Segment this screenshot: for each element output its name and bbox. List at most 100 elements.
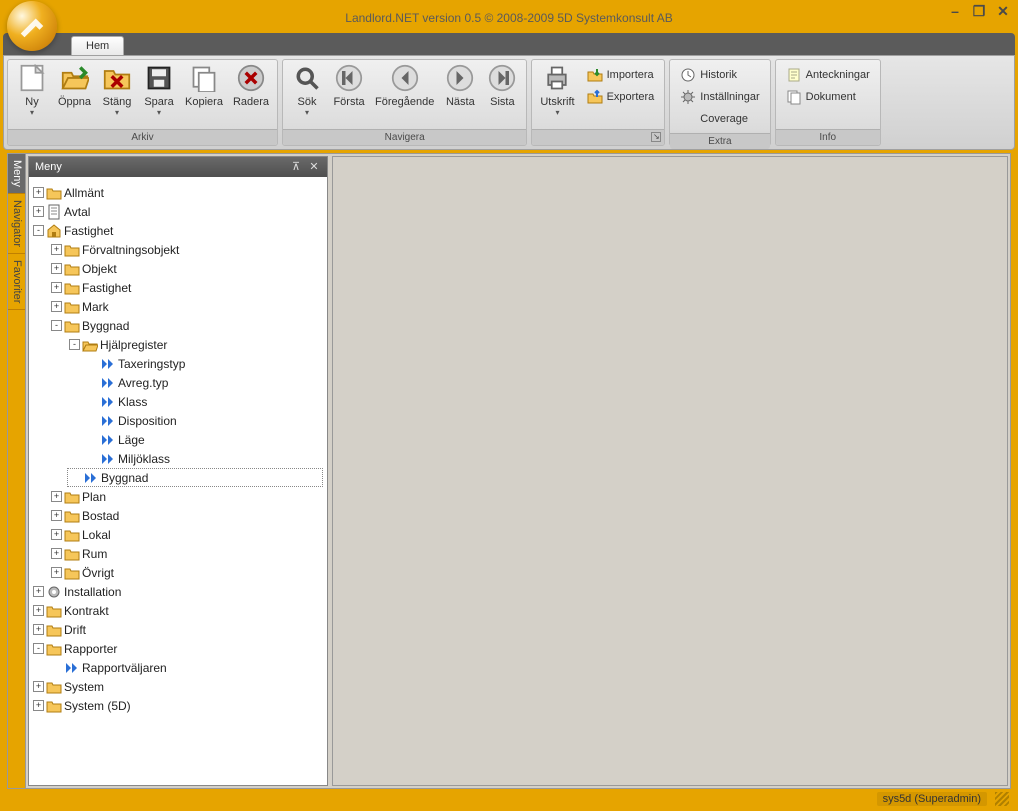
- sidebar-tabs: Meny Navigator Favoriter: [8, 154, 26, 788]
- tree-node[interactable]: - Hjälpregister: [67, 335, 323, 354]
- tree-spacer: [51, 662, 62, 673]
- tree-node[interactable]: +Objekt: [49, 259, 323, 278]
- tree-node[interactable]: +Bostad: [49, 506, 323, 525]
- dropdown-icon: ▾: [305, 108, 309, 117]
- expand-icon[interactable]: +: [51, 282, 62, 293]
- oppna-button[interactable]: Öppna: [54, 62, 95, 110]
- side-tab-navigator[interactable]: Navigator: [8, 194, 25, 254]
- radera-button[interactable]: Radera: [229, 62, 273, 110]
- expand-icon[interactable]: +: [33, 187, 44, 198]
- stang-button[interactable]: Stäng ▾: [97, 62, 137, 119]
- tree-node[interactable]: +Drift: [31, 620, 323, 639]
- tree-node[interactable]: +Allmänt: [31, 183, 323, 202]
- expand-icon[interactable]: +: [51, 301, 62, 312]
- titlebar: Landlord.NET version 0.5 © 2008-2009 5D …: [3, 3, 1015, 33]
- tree-node[interactable]: Klass: [85, 392, 323, 411]
- pin-button[interactable]: ⊼: [289, 160, 303, 174]
- side-tab-favoriter[interactable]: Favoriter: [8, 254, 25, 310]
- utskrift-button[interactable]: Utskrift ▾: [536, 62, 578, 119]
- tree-node[interactable]: Läge: [85, 430, 323, 449]
- expand-icon[interactable]: +: [33, 605, 44, 616]
- save-icon: [145, 64, 173, 92]
- tree-label: Hjälpregister: [100, 338, 167, 352]
- app-orb-button[interactable]: [7, 1, 57, 51]
- expand-icon[interactable]: +: [33, 681, 44, 692]
- panel-close-button[interactable]: ✕: [307, 160, 321, 174]
- close-button[interactable]: ✕: [995, 5, 1011, 19]
- sok-button[interactable]: Sök ▾: [287, 62, 327, 119]
- expand-icon[interactable]: +: [51, 567, 62, 578]
- coverage-button[interactable]: Coverage: [676, 108, 763, 129]
- tree-node[interactable]: +Installation: [31, 582, 323, 601]
- collapse-icon[interactable]: -: [69, 339, 80, 350]
- print-icon: [543, 64, 571, 92]
- dialog-launcher-icon[interactable]: ↘: [651, 132, 661, 142]
- tree-node[interactable]: +Övrigt: [49, 563, 323, 582]
- import-icon: [587, 67, 603, 83]
- collapse-icon[interactable]: -: [51, 320, 62, 331]
- tree-label: Miljöklass: [118, 452, 170, 466]
- resize-grip-icon[interactable]: [995, 792, 1009, 806]
- window-title: Landlord.NET version 0.5 © 2008-2009 5D …: [3, 11, 1015, 25]
- tree-node[interactable]: Disposition: [85, 411, 323, 430]
- tree-label: Fastighet: [64, 224, 113, 238]
- tree-node[interactable]: +System: [31, 677, 323, 696]
- sista-button[interactable]: Sista: [482, 62, 522, 110]
- nasta-button[interactable]: Nästa: [440, 62, 480, 110]
- dokument-button[interactable]: Dokument: [782, 86, 874, 107]
- side-tab-meny[interactable]: Meny: [8, 154, 25, 194]
- kopiera-button[interactable]: Kopiera: [181, 62, 227, 110]
- collapse-icon[interactable]: -: [33, 643, 44, 654]
- tree-node[interactable]: - Fastighet: [31, 221, 323, 240]
- tree-node[interactable]: Miljöklass: [85, 449, 323, 468]
- ny-button[interactable]: Ny ▾: [12, 62, 52, 119]
- exportera-button[interactable]: Exportera: [583, 86, 659, 107]
- tree-node[interactable]: +Rum: [49, 544, 323, 563]
- restore-button[interactable]: ❐: [971, 5, 987, 19]
- expand-icon[interactable]: +: [33, 624, 44, 635]
- importera-button[interactable]: Importera: [583, 64, 659, 85]
- menu-panel: Meny ⊼ ✕ +Allmänt+Avtal-Fastighet+Förval…: [28, 156, 328, 786]
- first-icon: [335, 64, 363, 92]
- spara-button[interactable]: Spara ▾: [139, 62, 179, 119]
- tree-node[interactable]: Byggnad: [67, 468, 323, 487]
- tree-node[interactable]: +Förvaltningsobjekt: [49, 240, 323, 259]
- expand-icon[interactable]: +: [51, 263, 62, 274]
- tree-node[interactable]: + Plan: [49, 487, 323, 506]
- expand-icon[interactable]: +: [33, 206, 44, 217]
- installningar-button[interactable]: Inställningar: [676, 86, 763, 107]
- tree-node[interactable]: Avreg.typ: [85, 373, 323, 392]
- expand-icon[interactable]: +: [51, 244, 62, 255]
- tree-node[interactable]: +Fastighet: [49, 278, 323, 297]
- tree-node[interactable]: +Kontrakt: [31, 601, 323, 620]
- tree-node[interactable]: +System (5D): [31, 696, 323, 715]
- arrow-icon: [100, 356, 116, 372]
- tree-node[interactable]: + Avtal: [31, 202, 323, 221]
- foregaende-button[interactable]: Föregående: [371, 62, 438, 110]
- expand-icon[interactable]: +: [51, 491, 62, 502]
- tree-node[interactable]: +Lokal: [49, 525, 323, 544]
- tree-label: Plan: [82, 490, 106, 504]
- tree-node[interactable]: -Byggnad: [49, 316, 323, 335]
- tab-hem[interactable]: Hem: [71, 36, 124, 56]
- expand-icon[interactable]: +: [33, 586, 44, 597]
- tree-node[interactable]: Rapportväljaren: [49, 658, 323, 677]
- expand-icon[interactable]: +: [33, 700, 44, 711]
- minimize-button[interactable]: –: [947, 5, 963, 19]
- tree-node[interactable]: -Rapporter: [31, 639, 323, 658]
- tree-node[interactable]: +Mark: [49, 297, 323, 316]
- historik-button[interactable]: Historik: [676, 64, 763, 85]
- folder-icon: [64, 280, 80, 296]
- folder-icon: [64, 242, 80, 258]
- tree-label: Avtal: [64, 205, 90, 219]
- forsta-button[interactable]: Första: [329, 62, 369, 110]
- expand-icon[interactable]: +: [51, 529, 62, 540]
- ribbon-tabstrip: Hem: [3, 33, 1015, 55]
- tree-node[interactable]: Taxeringstyp: [85, 354, 323, 373]
- collapse-icon[interactable]: -: [33, 225, 44, 236]
- anteckningar-button[interactable]: Anteckningar: [782, 64, 874, 85]
- expand-icon[interactable]: +: [51, 548, 62, 559]
- tree-spacer: [87, 396, 98, 407]
- expand-icon[interactable]: +: [51, 510, 62, 521]
- main-area: Meny Navigator Favoriter Meny ⊼ ✕ +Allmä…: [7, 153, 1011, 789]
